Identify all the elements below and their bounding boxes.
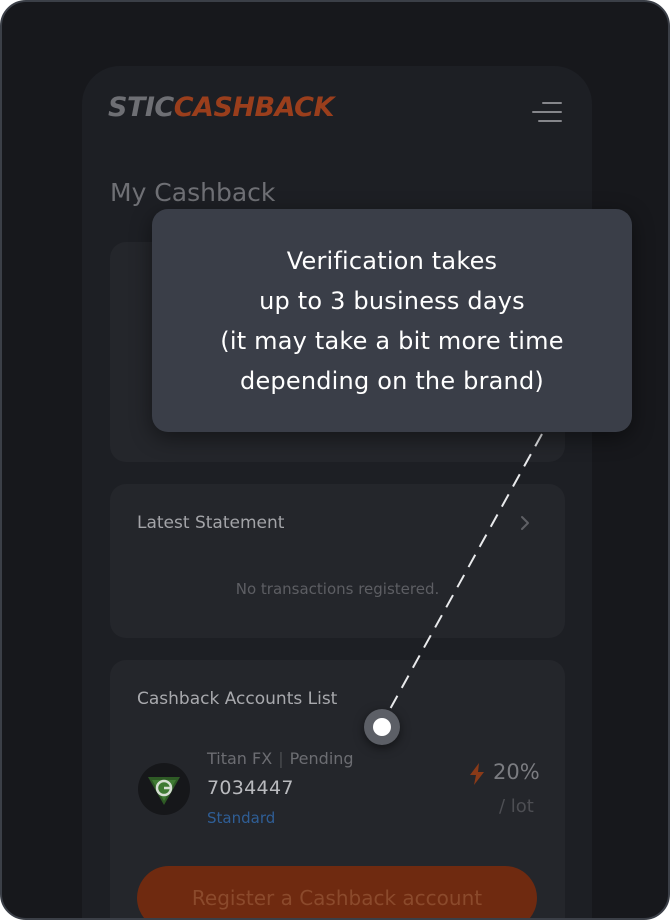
tooltip-line: depending on the brand)	[240, 366, 544, 395]
separator: |	[278, 749, 284, 768]
logo-brand: CASHBACK	[173, 92, 335, 123]
logo-prefix: STIC	[108, 92, 174, 123]
tooltip-anchor-dot	[364, 709, 400, 745]
tooltip-line: up to 3 business days	[259, 286, 525, 315]
account-number: 7034447	[207, 777, 294, 799]
account-status-badge: Pending	[289, 749, 354, 768]
statement-empty-message: No transactions registered.	[235, 580, 440, 598]
page-title: My Cashback	[110, 178, 276, 207]
verification-tooltip: Verification takes up to 3 business days…	[152, 209, 632, 432]
statement-title: Latest Statement	[137, 513, 285, 533]
tooltip-line: (it may take a bit more time	[220, 326, 564, 355]
cashback-rate: 20%	[493, 760, 540, 784]
cashback-rate-unit: / lot	[499, 796, 534, 817]
hamburger-menu-icon[interactable]	[530, 100, 562, 124]
latest-statement-card[interactable]	[110, 484, 565, 638]
lightning-icon	[470, 763, 484, 785]
app-logo[interactable]: STICCASHBACK	[108, 92, 334, 123]
accounts-list-title: Cashback Accounts List	[137, 689, 338, 709]
account-list-item[interactable]: Titan FX | Pending	[207, 749, 354, 768]
chevron-right-icon[interactable]	[516, 514, 534, 532]
device-frame: STICCASHBACK My Cashback Latest Statemen…	[0, 0, 670, 920]
broker-logo-icon	[138, 763, 190, 815]
register-cashback-account-button[interactable]: Register a Cashback account	[137, 866, 537, 918]
tooltip-line: Verification takes	[286, 246, 498, 275]
account-type-link[interactable]: Standard	[207, 809, 275, 827]
broker-name: Titan FX	[207, 749, 273, 768]
